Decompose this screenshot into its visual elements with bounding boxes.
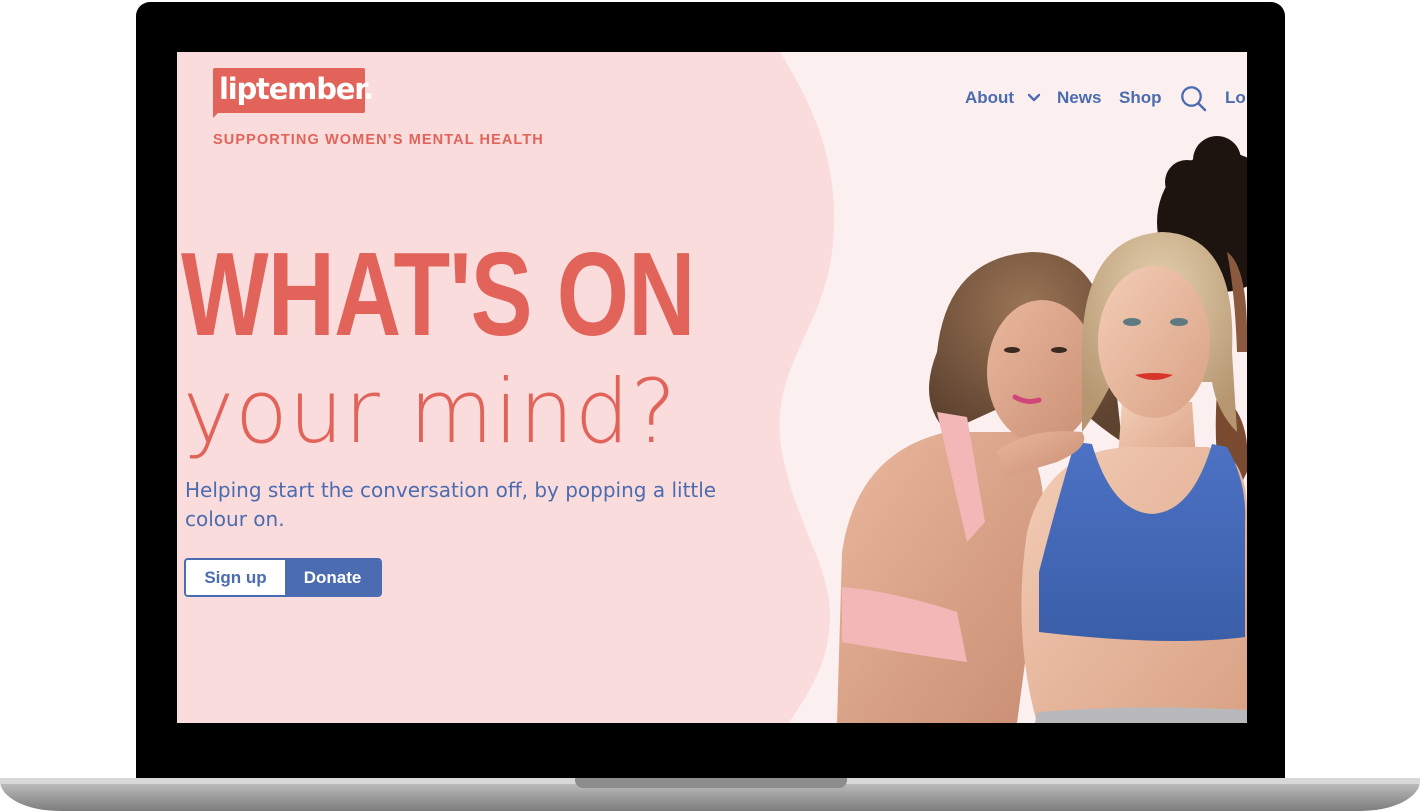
hero-cta-group: Sign up Donate xyxy=(184,558,382,597)
hero-description: Helping start the conversation off, by p… xyxy=(185,478,717,531)
nav-item-about[interactable]: About xyxy=(965,86,1014,110)
chevron-down-icon[interactable] xyxy=(1027,93,1041,103)
main-nav: About News Shop Lo xyxy=(177,85,1247,113)
brand-tagline: SUPPORTING WOMEN’S MENTAL HEALTH xyxy=(213,132,544,148)
laptop-notch xyxy=(575,778,847,788)
hero-subheadline: your mind? xyxy=(183,360,678,463)
hero-headline: WHAT'S ON xyxy=(181,228,695,361)
browser-screen: liptember. SUPPORTING WOMEN’S MENTAL HEA… xyxy=(177,52,1247,723)
nav-item-news[interactable]: News xyxy=(1057,86,1101,110)
signup-button[interactable]: Sign up xyxy=(186,560,285,595)
nav-item-login[interactable]: Lo xyxy=(1225,86,1246,110)
nav-item-shop[interactable]: Shop xyxy=(1119,86,1162,110)
search-icon[interactable] xyxy=(1180,85,1208,113)
logo-tail xyxy=(213,110,221,118)
donate-button[interactable]: Donate xyxy=(285,560,380,595)
